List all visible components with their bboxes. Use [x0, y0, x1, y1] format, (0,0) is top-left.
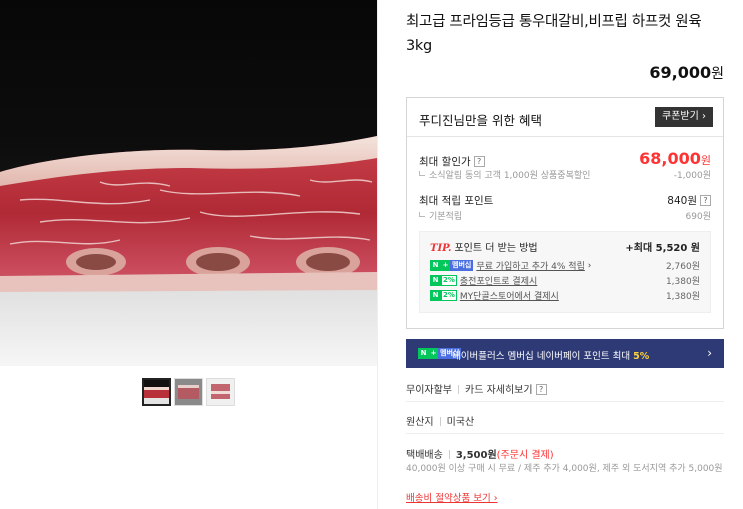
shipping-save-link[interactable]: 배송비 절약상품 보기 ›: [406, 490, 498, 504]
help-icon[interactable]: ?: [700, 195, 711, 206]
banner-label: 네이버플러스 멤버십 네이버페이 포인트 최대: [452, 351, 631, 362]
section-divider: [406, 401, 724, 402]
max-discount-price: 68,000원: [639, 149, 711, 168]
base-point-label: 기본적립: [419, 209, 462, 222]
shipping-fee-note: (주문시 결제): [496, 450, 554, 461]
tip-heading: TIP. 포인트 더 받는 방법: [430, 239, 538, 254]
price-unit: 원: [711, 66, 724, 82]
indent-icon: [419, 171, 425, 176]
origin-label: 원산지: [406, 417, 434, 428]
gallery-divider: [377, 0, 378, 509]
badge-n: N: [418, 348, 429, 359]
card-detail-link[interactable]: 카드 자세히보기: [465, 385, 533, 396]
max-discount-value: 68,000: [639, 149, 701, 168]
tip-max: +최대 5,520 원: [625, 243, 700, 254]
origin-value: 미국산: [446, 417, 475, 428]
tip-link[interactable]: 무료 가입하고 추가 4% 적립: [476, 259, 585, 272]
badge-text: 멤버십: [450, 260, 474, 271]
benefit-heading: 푸디진님만을 위한 혜택: [419, 113, 542, 128]
help-icon[interactable]: ?: [473, 156, 485, 167]
max-discount-label: 최대 할인가?: [419, 154, 485, 169]
product-price: 69,000원: [649, 63, 724, 83]
max-point-value: 840원?: [667, 193, 711, 208]
thumbnail-2[interactable]: [174, 378, 203, 406]
tip-row-membership[interactable]: N + 멤버십 무료 가입하고 추가 4% 적립 ›: [430, 259, 591, 272]
tip-label: TIP.: [430, 243, 452, 254]
tip-amount: 1,380원: [665, 292, 700, 302]
product-gallery: [0, 0, 377, 509]
section-divider: [406, 433, 724, 434]
max-point-text: 840원: [667, 195, 697, 207]
naver-plus-banner[interactable]: N + 멤버십 네이버플러스 멤버십 네이버페이 포인트 최대 5% ›: [406, 339, 724, 368]
base-point-value: 690원: [685, 212, 711, 222]
tip-link[interactable]: MY단골스토어에서 결제시: [460, 289, 559, 302]
indent-icon: [419, 212, 425, 217]
max-discount-unit: 원: [700, 154, 711, 167]
installment-row: 무이자할부 카드 자세히보기?: [406, 381, 547, 396]
badge-text: 2%: [441, 290, 457, 301]
origin-row: 원산지 미국산: [406, 413, 474, 428]
naver-pay-badge: N 2%: [430, 275, 457, 286]
badge-plus: +: [429, 348, 438, 359]
main-product-image[interactable]: [0, 0, 377, 366]
shipping-fee: 3,500원: [455, 450, 497, 461]
tip-link[interactable]: 충전포인트로 결제시: [460, 274, 537, 287]
beef-short-rib-photo: [0, 136, 377, 366]
badge-text: 2%: [441, 275, 457, 286]
banner-text: 네이버플러스 멤버십 네이버페이 포인트 최대 5%: [452, 348, 649, 362]
tip-row-charge[interactable]: N 2% 충전포인트로 결제시: [430, 274, 537, 287]
thumbnail-1[interactable]: [142, 378, 171, 406]
thumbnail-3[interactable]: [206, 378, 235, 406]
shipping-row: 택배배송 3,500원(주문시 결제): [406, 446, 554, 461]
tip-box: TIP. 포인트 더 받는 방법 +최대 5,520 원 N + 멤버십 무료 가입하…: [419, 231, 711, 313]
discount-sub-label: 소식알림 동의 고객 1,000원 상품중복할인: [419, 168, 590, 181]
shipping-note: 40,000원 이상 구매 시 무료 / 제주 추가 4,000원, 제주 외 …: [406, 464, 723, 474]
shipping-label: 택배배송: [406, 450, 443, 461]
naver-pay-badge: N 2%: [430, 290, 457, 301]
tip-amount: 1,380원: [665, 277, 700, 287]
thumbnail-list: [142, 378, 235, 406]
banner-pct: 5%: [633, 351, 650, 362]
max-point-label: 최대 적립 포인트: [419, 195, 494, 207]
help-icon[interactable]: ?: [535, 384, 547, 395]
max-discount-text: 최대 할인가: [419, 156, 471, 168]
base-point-text: 기본적립: [429, 212, 463, 222]
discount-sub-text: 소식알림 동의 고객 1,000원 상품중복할인: [429, 171, 591, 181]
tip-heading-text: 포인트 더 받는 방법: [454, 243, 538, 254]
tip-row-store[interactable]: N 2% MY단골스토어에서 결제시: [430, 289, 559, 302]
chevron-right-icon: ›: [587, 260, 592, 271]
price-value: 69,000: [649, 63, 712, 82]
benefit-box: 푸디진님만을 위한 혜택 쿠폰받기 › 최대 할인가? 68,000원 소식알림…: [406, 97, 724, 329]
naver-membership-badge: N + 멤버십: [430, 260, 474, 271]
chevron-right-icon: ›: [707, 346, 712, 360]
product-title: 최고급 프라임등급 통우대갈비,비프립 하프컷 원육 3kg: [406, 14, 702, 54]
discount-sub-value: -1,000원: [673, 171, 711, 181]
tip-amount: 2,760원: [665, 262, 700, 272]
benefit-divider: [407, 136, 723, 137]
coupon-button[interactable]: 쿠폰받기 ›: [655, 107, 713, 127]
installment-label: 무이자할부: [406, 385, 452, 396]
